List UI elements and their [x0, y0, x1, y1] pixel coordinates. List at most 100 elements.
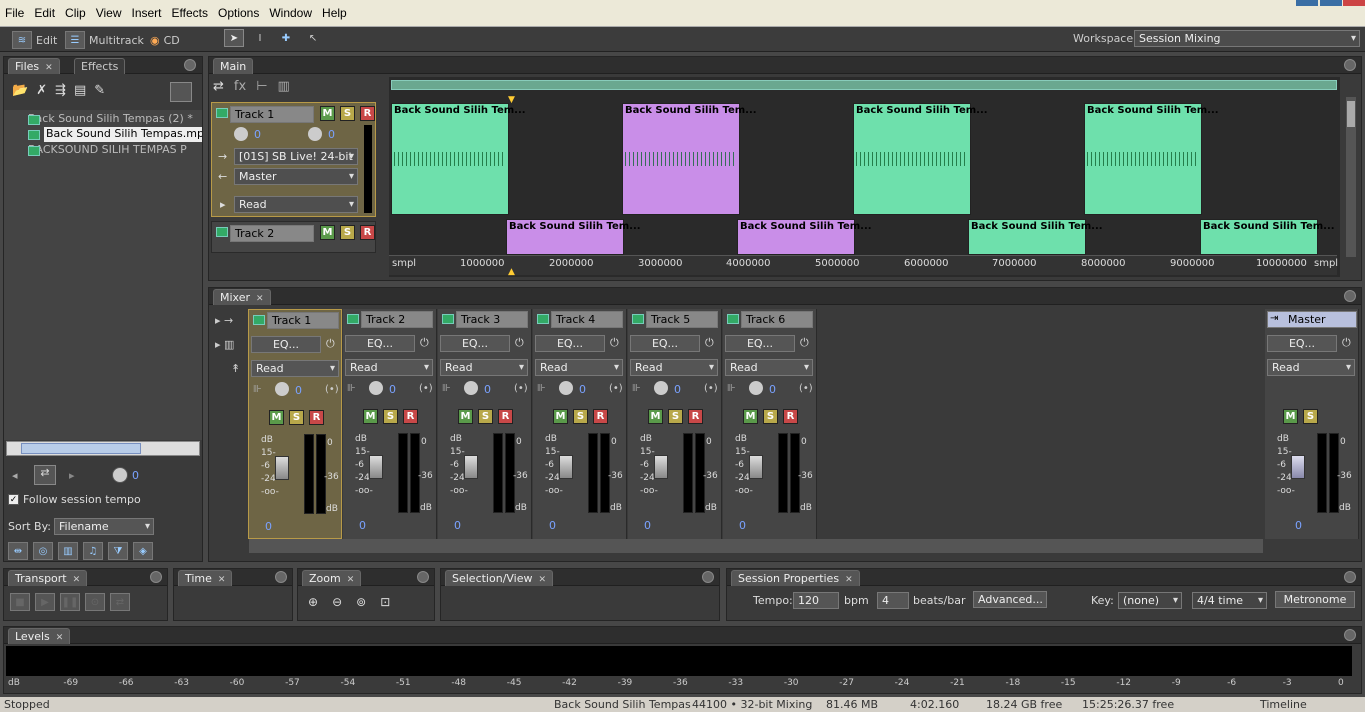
- fx-icon[interactable]: fx: [234, 79, 246, 94]
- channel-volume[interactable]: 0: [579, 383, 586, 396]
- play-icon[interactable]: ▶: [35, 593, 55, 611]
- tab-main[interactable]: Main: [213, 58, 254, 74]
- fader-value[interactable]: 0: [265, 520, 272, 533]
- solo-button[interactable]: S: [340, 225, 355, 240]
- maximize-button[interactable]: [1320, 0, 1342, 6]
- track1-header[interactable]: Track 1 M S R 0 0 → [01S] SB Live! 24-bi…: [211, 102, 376, 217]
- solo-button[interactable]: S: [1303, 409, 1318, 424]
- tab-selection-view[interactable]: Selection/View ✕: [445, 570, 554, 586]
- stereo-icon[interactable]: (•): [419, 383, 433, 394]
- clip[interactable]: Back Sound Silih Tem...: [737, 219, 872, 255]
- play-from-cursor-icon[interactable]: ⊙: [85, 593, 105, 611]
- volume-value[interactable]: 0: [132, 469, 139, 482]
- play-icon[interactable]: ▸: [69, 469, 75, 482]
- minimize-button[interactable]: [1296, 0, 1318, 6]
- mute-button[interactable]: M: [320, 225, 335, 240]
- record-button[interactable]: R: [309, 410, 324, 425]
- solo-button[interactable]: S: [289, 410, 304, 425]
- tab-effects[interactable]: Effects: [74, 58, 126, 74]
- volume-knob[interactable]: [275, 382, 289, 396]
- scrub-tool-icon[interactable]: ↖: [303, 29, 323, 47]
- eq-button[interactable]: EQ...: [725, 335, 795, 352]
- volume-fader[interactable]: [654, 455, 668, 479]
- fader-value[interactable]: 0: [644, 519, 651, 532]
- channel-name[interactable]: Track 6: [741, 311, 813, 328]
- record-button[interactable]: R: [403, 409, 418, 424]
- stereo-icon[interactable]: (•): [799, 383, 813, 394]
- timeline[interactable]: ▼ Back Sound Silih Tem... Back Sound Sil…: [389, 77, 1340, 277]
- time-signature-select[interactable]: 4/4 time: [1192, 592, 1267, 609]
- track1-input[interactable]: [01S] SB Live! 24-bit: [234, 148, 358, 165]
- eq-button[interactable]: EQ...: [345, 335, 415, 352]
- close-window-button[interactable]: [1343, 0, 1365, 6]
- multitrack-view-button[interactable]: ☰ Multitrack: [65, 29, 144, 51]
- close-icon[interactable]: ✕: [845, 575, 853, 585]
- clip[interactable]: Back Sound Silih Tem...: [968, 219, 1103, 255]
- hybrid-tool-icon[interactable]: ✚: [276, 29, 296, 47]
- record-button[interactable]: R: [783, 409, 798, 424]
- inputs-toggle-icon[interactable]: ▸ →: [215, 314, 233, 327]
- fader-value[interactable]: 0: [739, 519, 746, 532]
- channel-name[interactable]: Track 4: [551, 311, 623, 328]
- power-icon[interactable]: ⏻: [800, 336, 809, 350]
- clip[interactable]: Back Sound Silih Tem...: [853, 103, 988, 215]
- master-eq-button[interactable]: EQ...: [1267, 335, 1337, 352]
- panel-menu-icon[interactable]: [1344, 290, 1356, 302]
- pause-icon[interactable]: ❚❚: [60, 593, 80, 611]
- filter-icon[interactable]: ⧩: [108, 542, 128, 560]
- mute-button[interactable]: M: [648, 409, 663, 424]
- tab-session-properties[interactable]: Session Properties ✕: [731, 570, 860, 586]
- stereo-icon[interactable]: (•): [609, 383, 623, 394]
- sort-by-select[interactable]: Filename: [54, 518, 154, 535]
- close-icon[interactable]: ✕: [56, 633, 64, 643]
- track2-header[interactable]: Track 2 M S R: [211, 221, 376, 253]
- file-item[interactable]: BACKSOUND SILIH TEMPAS P: [28, 143, 202, 156]
- open-file-icon[interactable]: 📂: [12, 83, 28, 98]
- record-button[interactable]: R: [498, 409, 513, 424]
- eq-button[interactable]: EQ...: [251, 336, 321, 353]
- mixer-scrollbar[interactable]: [249, 539, 1263, 553]
- menu-insert[interactable]: Insert: [127, 0, 167, 27]
- clip[interactable]: Back Sound Silih Tem...: [622, 103, 757, 215]
- solo-button[interactable]: S: [668, 409, 683, 424]
- workspace-select[interactable]: Session Mixing: [1134, 30, 1360, 47]
- power-icon[interactable]: ⏻: [326, 337, 335, 351]
- key-select[interactable]: (none): [1118, 592, 1182, 609]
- channel-volume[interactable]: 0: [389, 383, 396, 396]
- advanced-button[interactable]: Advanced...: [973, 591, 1047, 608]
- volume-fader[interactable]: [559, 455, 573, 479]
- tab-zoom[interactable]: Zoom ✕: [302, 570, 362, 586]
- stereo-icon[interactable]: (•): [325, 384, 339, 395]
- mute-button[interactable]: M: [269, 410, 284, 425]
- file-item[interactable]: Back Sound Silih Tempas (2) *: [28, 112, 193, 125]
- track-controls-icon[interactable]: ⇄: [213, 79, 224, 94]
- channel-volume[interactable]: 0: [484, 383, 491, 396]
- record-button[interactable]: R: [593, 409, 608, 424]
- volume-knob[interactable]: [749, 381, 763, 395]
- volume-knob[interactable]: [464, 381, 478, 395]
- volume-knob[interactable]: [112, 467, 128, 483]
- mute-button[interactable]: M: [743, 409, 758, 424]
- panel-menu-icon[interactable]: [184, 59, 196, 71]
- volume-knob[interactable]: [559, 381, 573, 395]
- metronome-button[interactable]: Metronome: [1275, 591, 1355, 608]
- panel-menu-icon[interactable]: [1344, 571, 1356, 583]
- zoom-navigator[interactable]: [391, 80, 1337, 90]
- zoom-selection-icon[interactable]: ⊚: [356, 595, 366, 609]
- close-icon[interactable]: ✕: [218, 575, 226, 585]
- loop-icon[interactable]: ⇄: [110, 593, 130, 611]
- solo-button[interactable]: S: [573, 409, 588, 424]
- automation-select[interactable]: Read: [535, 359, 623, 376]
- tab-mixer[interactable]: Mixer ✕: [213, 289, 271, 305]
- close-icon[interactable]: ✕: [73, 575, 81, 585]
- volume-knob[interactable]: [369, 381, 383, 395]
- track1-pan[interactable]: 0: [328, 128, 335, 141]
- eq-button[interactable]: EQ...: [535, 335, 605, 352]
- automation-select[interactable]: Read: [440, 359, 528, 376]
- tab-time[interactable]: Time ✕: [178, 570, 233, 586]
- preview-icon[interactable]: ♫: [83, 542, 103, 560]
- menu-help[interactable]: Help: [317, 0, 352, 27]
- eq-toggle-icon[interactable]: ▸ ▥: [215, 338, 234, 351]
- power-icon[interactable]: ⏻: [610, 336, 619, 350]
- clip[interactable]: Back Sound Silih Tem...: [506, 219, 641, 255]
